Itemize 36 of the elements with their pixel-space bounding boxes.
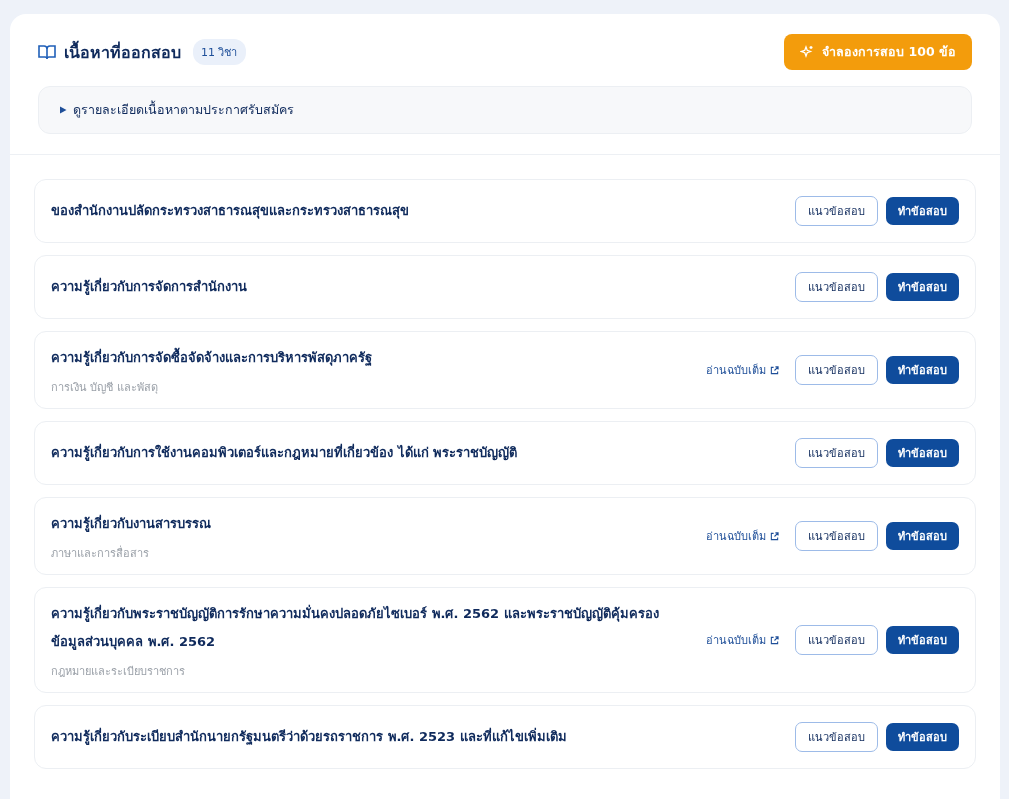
read-full-link[interactable]: อ่านฉบับเต็ม <box>706 527 779 545</box>
read-full-link[interactable]: อ่านฉบับเต็ม <box>706 631 779 649</box>
take-exam-button[interactable]: ทำข้อสอบ <box>886 522 959 550</box>
subject-title: ความรู้เกี่ยวกับการจัดซื้อจัดจ้างและการบริหารพัสดุภาครัฐ <box>51 344 690 372</box>
take-exam-button[interactable]: ทำข้อสอบ <box>886 273 959 301</box>
take-exam-button[interactable]: ทำข้อสอบ <box>886 356 959 384</box>
book-icon <box>38 44 56 60</box>
subject-title: ความรู้เกี่ยวกับระเบียบสำนักนายกรัฐมนตรีว่าด้วยรถราชการ พ.ศ. 2523 และที่แก้ไขเพิ่มเติม <box>51 726 568 747</box>
exam-guide-button[interactable]: แนวข้อสอบ <box>795 272 878 302</box>
exam-guide-button[interactable]: แนวข้อสอบ <box>795 722 878 752</box>
external-link-icon <box>770 635 779 645</box>
read-full-link[interactable]: อ่านฉบับเต็ม <box>706 361 779 379</box>
subject-title: ของสำนักงานปลัดกระทรวงสาธารณสุขและกระทรวงสาธารณสุข <box>51 202 410 221</box>
exam-guide-button[interactable]: แนวข้อสอบ <box>795 355 878 385</box>
disclosure-triangle-icon <box>59 106 67 114</box>
external-link-icon <box>770 531 779 541</box>
subject-title: ความรู้เกี่ยวกับการใช้งานคอมพิวเตอร์และกฎหมายที่เกี่ยวข้อง ได้แก่ พระราชบัญญัติ <box>51 442 519 463</box>
exam-guide-button[interactable]: แนวข้อสอบ <box>795 521 878 551</box>
subject-category: ภาษาและการสื่อสาร <box>51 544 150 562</box>
external-link-icon <box>770 365 779 375</box>
subject-count-badge: 11 วิชา <box>193 39 246 65</box>
take-exam-button[interactable]: ทำข้อสอบ <box>886 197 959 225</box>
subject-title: ความรู้เกี่ยวกับพระราชบัญญัติการรักษาความมั่นคงปลอดภัยไซเบอร์ พ.ศ. 2562 และพระราชบัญญัติคุ้มครองข้อมูลส่วนบุคคล พ.ศ. 2562 <box>51 603 660 652</box>
section-title: เนื้อหาที่ออกสอบ <box>64 39 181 64</box>
sparkle-icon <box>800 45 815 59</box>
take-exam-button[interactable]: ทำข้อสอบ <box>886 626 959 654</box>
subject-title: ความรู้เกี่ยวกับการจัดการสำนักงาน <box>51 276 248 297</box>
take-exam-button[interactable]: ทำข้อสอบ <box>886 439 959 467</box>
subject-category: การเงิน บัญชี และพัสดุ <box>51 380 159 396</box>
exam-guide-button[interactable]: แนวข้อสอบ <box>795 196 878 226</box>
subject-category: กฎหมายและระเบียบราชการ <box>51 664 186 680</box>
exam-guide-button[interactable]: แนวข้อสอบ <box>795 438 878 468</box>
subject-title: ความรู้เกี่ยวกับงานสารบรรณ <box>51 513 212 534</box>
details-summary[interactable]: ดูรายละเอียดเนื้อหาตามประกาศรับสมัคร <box>38 86 972 134</box>
take-exam-button[interactable]: ทำข้อสอบ <box>886 723 959 751</box>
exam-guide-button[interactable]: แนวข้อสอบ <box>795 625 878 655</box>
